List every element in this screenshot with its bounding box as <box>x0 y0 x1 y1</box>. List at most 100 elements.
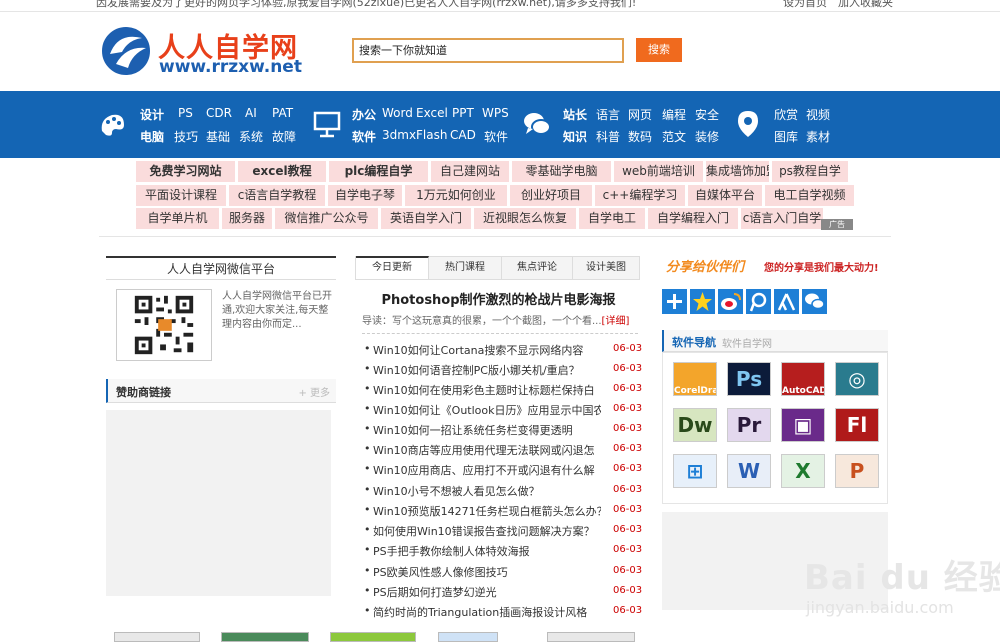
nav-link-material[interactable]: 素材 <box>806 128 830 145</box>
nav-link-security[interactable]: 安全 <box>695 106 719 123</box>
nav-link-software-2[interactable]: 软件 <box>484 128 508 145</box>
nav-link-essays[interactable]: 范文 <box>662 128 686 145</box>
nav-link-word[interactable]: Word <box>382 106 413 120</box>
nav-link-basics[interactable]: 基础 <box>206 128 230 145</box>
tag-link[interactable]: excel教程 <box>238 161 326 182</box>
nav-link-gallery[interactable]: 图库 <box>774 128 798 145</box>
thumbnail-image[interactable] <box>114 632 200 642</box>
list-item[interactable]: • PS欧美风性感人像修图技巧 06-03 <box>364 564 642 584</box>
news-title[interactable]: PS后期如何打造梦幻逆光 <box>373 584 601 600</box>
excel-icon[interactable]: X <box>781 454 825 488</box>
nav-link-flash[interactable]: Flash <box>416 128 447 142</box>
tab-today-updates[interactable]: 今日更新 <box>356 256 429 279</box>
nav-link-system[interactable]: 系统 <box>239 128 263 145</box>
nav-link-webpage[interactable]: 网页 <box>628 106 652 123</box>
set-homepage-link[interactable]: 设为首页 <box>783 0 827 10</box>
autocad-icon[interactable]: AutoCAD <box>781 362 825 396</box>
news-title[interactable]: Win10如何一招让系统任务栏变得更透明 <box>373 422 601 438</box>
news-title[interactable]: Win10应用商店、应用打不开或闪退有什么解 <box>373 462 601 478</box>
tag-link[interactable]: 自学电子琴 <box>328 185 402 206</box>
news-title[interactable]: 简约时尚的Triangulation插画海报设计风格 <box>373 604 601 620</box>
renren-icon[interactable] <box>774 289 799 314</box>
tag-link[interactable]: c语言入门自学 <box>741 208 823 229</box>
nav-link-digital[interactable]: 数码 <box>628 128 652 145</box>
list-item[interactable]: • Win10预览版14271任务栏现白框箭头怎么办？ 06-03 <box>364 503 642 523</box>
list-item[interactable]: • PS手把手教你绘制人体特效海报 06-03 <box>364 543 642 563</box>
news-title[interactable]: Win10如何让《Outlook日历》应用显示中国农 <box>373 402 601 418</box>
camcorder-icon[interactable]: ▣ <box>781 408 825 442</box>
list-item[interactable]: • 如何使用Win10错误报告查找问题解决方案？ 06-03 <box>364 523 642 543</box>
tag-link[interactable]: 创业好项目 <box>510 185 592 206</box>
search-input[interactable]: 搜索一下你就知道 <box>352 38 624 63</box>
tab-focus-comments[interactable]: 焦点评论 <box>502 257 573 279</box>
tencent-weibo-icon[interactable] <box>746 289 771 314</box>
site-logo[interactable]: 人人自学网 www.rrzxw.net <box>98 22 302 80</box>
news-title[interactable]: 如何使用Win10错误报告查找问题解决方案？ <box>373 523 601 539</box>
nav-link-pat[interactable]: PAT <box>272 106 293 120</box>
tag-link[interactable]: 自学单片机 <box>136 208 219 229</box>
tab-hot-courses[interactable]: 热门课程 <box>429 257 502 279</box>
nav-link-appreciate[interactable]: 欣赏 <box>774 106 798 123</box>
news-title[interactable]: Win10小号不想被人看见怎么做？ <box>373 483 601 499</box>
weibo-icon[interactable] <box>718 289 743 314</box>
lead-detail-link[interactable]: [详细] <box>602 316 630 327</box>
search-button[interactable]: 搜索 <box>636 38 682 62</box>
favorite-star-icon[interactable] <box>690 289 715 314</box>
nav-link-cdr[interactable]: CDR <box>206 106 232 120</box>
list-item[interactable]: • Win10如何让《Outlook日历》应用显示中国农 06-03 <box>364 402 642 422</box>
list-item[interactable]: • Win10如何让Cortana搜索不显示网络内容 06-03 <box>364 342 642 362</box>
list-item[interactable]: • PS后期如何打造梦幻逆光 06-03 <box>364 584 642 604</box>
nav-link-excel[interactable]: Excel <box>416 106 448 120</box>
tag-link[interactable]: 自己建网站 <box>431 161 509 182</box>
tag-link[interactable]: 电工自学视频 <box>765 185 854 206</box>
news-title[interactable]: Win10如何语音控制PC版小娜关机/重启？ <box>373 362 601 378</box>
nav-link-3dmx[interactable]: 3dmx <box>382 128 416 142</box>
tag-link[interactable]: 英语自学入门 <box>381 208 471 229</box>
tag-link[interactable]: 免费学习网站 <box>136 161 235 182</box>
nav-link-ps[interactable]: PS <box>178 106 193 120</box>
list-item[interactable]: • Win10应用商店、应用打不开或闪退有什么解 06-03 <box>364 462 642 482</box>
tag-link[interactable]: ps教程自学 <box>772 161 848 182</box>
windows-icon[interactable]: ⊞ <box>673 454 717 488</box>
nav-link-video[interactable]: 视频 <box>806 106 830 123</box>
list-item[interactable]: • Win10小号不想被人看见怎么做？ 06-03 <box>364 483 642 503</box>
powerpoint-icon[interactable]: P <box>835 454 879 488</box>
add-favorite-link[interactable]: 加入收藏夹 <box>838 0 893 10</box>
nav-link-science[interactable]: 科普 <box>596 128 620 145</box>
tag-link[interactable]: 1万元如何创业 <box>405 185 507 206</box>
tag-link[interactable]: 近视眼怎么恢复 <box>474 208 576 229</box>
nav-link-decoration[interactable]: 装修 <box>695 128 719 145</box>
thumbnail-image[interactable] <box>221 632 309 642</box>
tag-link[interactable]: 平面设计课程 <box>136 185 226 206</box>
nav-link-wps[interactable]: WPS <box>482 106 509 120</box>
news-title[interactable]: PS手把手教你绘制人体特效海报 <box>373 543 601 559</box>
word-icon[interactable]: W <box>727 454 771 488</box>
nav-link-ai[interactable]: AI <box>245 106 257 120</box>
tag-link[interactable]: 自媒体平台 <box>688 185 762 206</box>
news-title[interactable]: PS欧美风性感人像修图技巧 <box>373 564 601 580</box>
nav-link-tips[interactable]: 技巧 <box>174 128 198 145</box>
nav-link-webmaster[interactable]: 站长 <box>563 106 587 123</box>
nav-link-office[interactable]: 办公 <box>352 106 376 123</box>
thumbnail-image[interactable] <box>438 632 498 642</box>
nav-link-programming[interactable]: 编程 <box>662 106 686 123</box>
tag-link[interactable]: 零基础学电脑 <box>512 161 611 182</box>
news-title[interactable]: Win10如何在使用彩色主题时让标题栏保持白 <box>373 382 601 398</box>
tab-design-images[interactable]: 设计美图 <box>573 257 639 279</box>
tag-link[interactable]: 微信推广公众号 <box>275 208 378 229</box>
tag-link[interactable]: 自学编程入门 <box>648 208 738 229</box>
dreamweaver-icon[interactable]: Dw <box>673 408 717 442</box>
wechat-icon[interactable] <box>802 289 827 314</box>
tag-link[interactable]: plc编程自学 <box>329 161 428 182</box>
tag-link[interactable]: 集成墙饰加盟 <box>706 161 769 182</box>
coreldraw-icon[interactable]: CorelDraw <box>673 362 717 396</box>
flash-icon[interactable]: Fl <box>835 408 879 442</box>
nav-link-design[interactable]: 设计 <box>140 106 164 123</box>
thumbnail-image[interactable] <box>547 632 635 642</box>
news-title[interactable]: Win10预览版14271任务栏现白框箭头怎么办？ <box>373 503 601 519</box>
tag-link[interactable]: 服务器 <box>222 208 272 229</box>
add-share-icon[interactable] <box>662 289 687 314</box>
nav-link-language[interactable]: 语言 <box>596 106 620 123</box>
nav-link-faults[interactable]: 故障 <box>272 128 296 145</box>
list-item[interactable]: • Win10如何语音控制PC版小娜关机/重启？ 06-03 <box>364 362 642 382</box>
